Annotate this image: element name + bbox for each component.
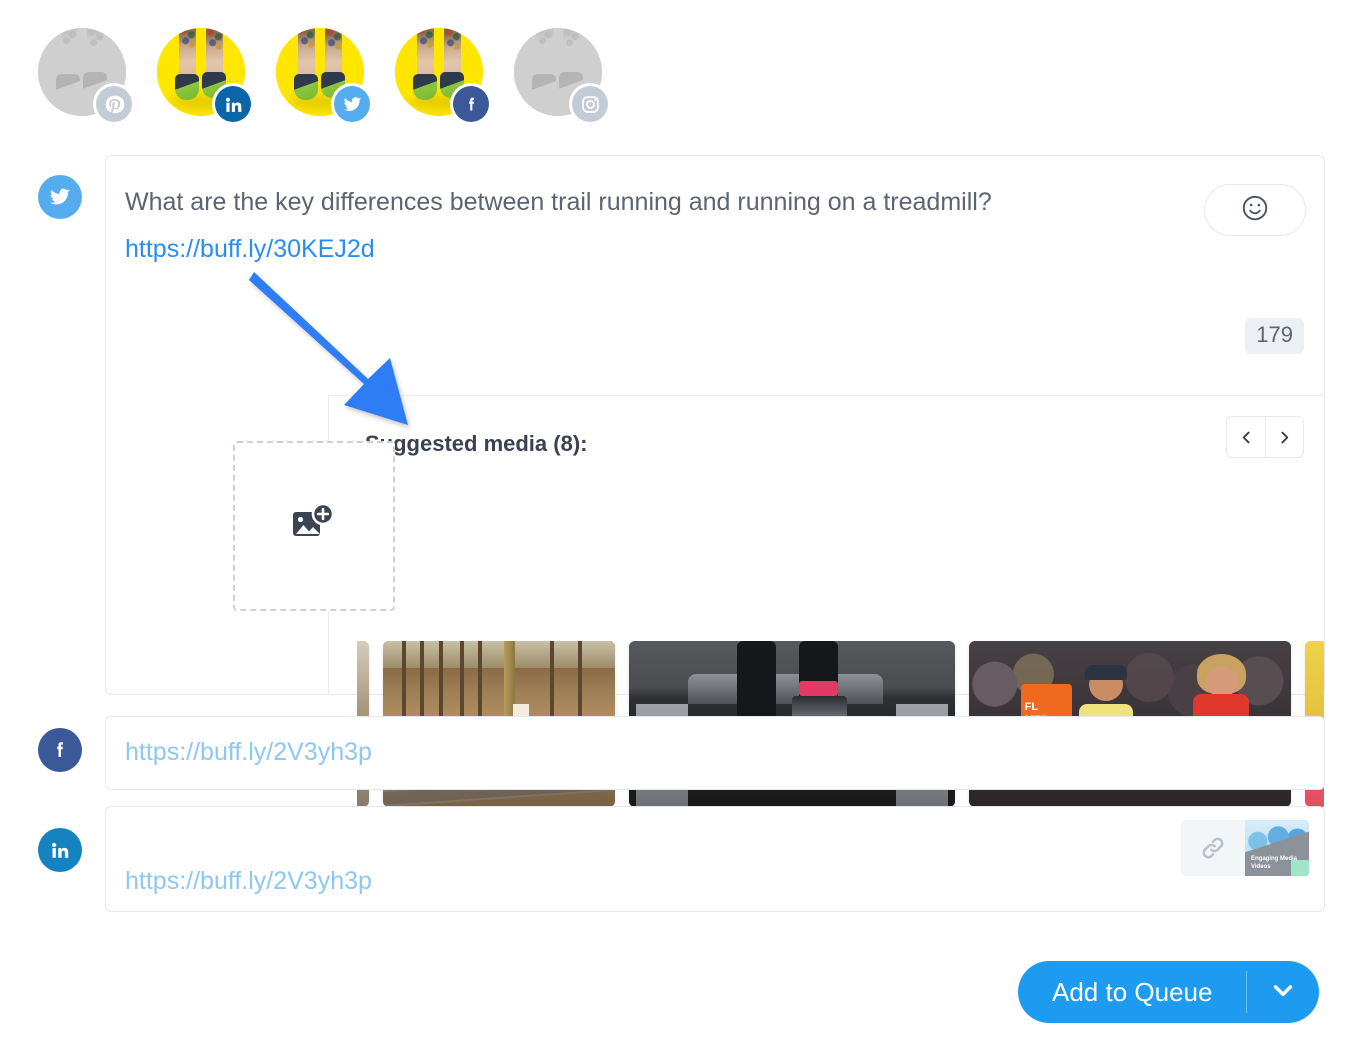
- instagram-icon: [572, 86, 608, 122]
- media-carousel-nav: [1226, 416, 1304, 458]
- compose-textarea[interactable]: What are the key differences between tra…: [125, 179, 1115, 273]
- link-attachment-preview[interactable]: Engaging Media Videos: [1181, 820, 1309, 876]
- linkedin-link-text[interactable]: https://buff.ly/2V3yh3p: [125, 867, 372, 896]
- profile-avatar-facebook[interactable]: [395, 28, 489, 122]
- smiley-icon: [1240, 193, 1270, 228]
- chevron-down-icon: [1268, 975, 1298, 1010]
- emoji-button[interactable]: [1204, 184, 1306, 236]
- profile-avatar-pinterest[interactable]: [38, 28, 132, 122]
- twitter-icon: [334, 86, 370, 122]
- attachment-thumbnail: Engaging Media Videos: [1245, 820, 1309, 876]
- facebook-compose-card[interactable]: https://buff.ly/2V3yh3p: [105, 716, 1325, 790]
- attachment-thumbnail-text: Engaging Media Videos: [1251, 856, 1298, 870]
- linkedin-icon: [215, 86, 251, 122]
- media-prev-button[interactable]: [1227, 417, 1265, 457]
- add-to-queue-dropdown-button[interactable]: [1247, 961, 1319, 1023]
- twitter-compose-card: What are the key differences between tra…: [105, 155, 1325, 807]
- upload-image-dropzone[interactable]: [233, 441, 395, 611]
- profile-avatar-instagram[interactable]: [514, 28, 608, 122]
- profile-selector: [38, 28, 608, 122]
- facebook-link-text[interactable]: https://buff.ly/2V3yh3p: [125, 738, 372, 767]
- linkedin-compose-card[interactable]: https://buff.ly/2V3yh3p Engaging Media V…: [105, 806, 1325, 912]
- profile-avatar-linkedin[interactable]: [157, 28, 251, 122]
- compose-area: What are the key differences between tra…: [106, 156, 1324, 394]
- twitter-icon: [38, 175, 82, 219]
- character-counter: 179: [1245, 318, 1304, 354]
- compose-message: What are the key differences between tra…: [125, 188, 992, 216]
- compose-link[interactable]: https://buff.ly/30KEJ2d: [125, 226, 1115, 273]
- media-next-button[interactable]: [1265, 417, 1303, 457]
- link-icon: [1181, 833, 1245, 863]
- add-image-icon: [291, 502, 337, 550]
- facebook-icon: [38, 728, 82, 772]
- suggested-media-panel: Suggested media (8): FL: [233, 395, 1324, 807]
- compose-screen: What are the key differences between tra…: [0, 0, 1360, 1052]
- add-to-queue-button[interactable]: Add to Queue: [1018, 961, 1246, 1023]
- profile-avatar-twitter[interactable]: [276, 28, 370, 122]
- linkedin-icon: [38, 828, 82, 872]
- suggested-media-title: Suggested media (8):: [365, 431, 588, 456]
- add-to-queue-button-group[interactable]: Add to Queue: [1018, 961, 1320, 1023]
- pinterest-icon: [96, 86, 132, 122]
- add-to-queue-label: Add to Queue: [1052, 976, 1213, 1007]
- facebook-icon: [453, 86, 489, 122]
